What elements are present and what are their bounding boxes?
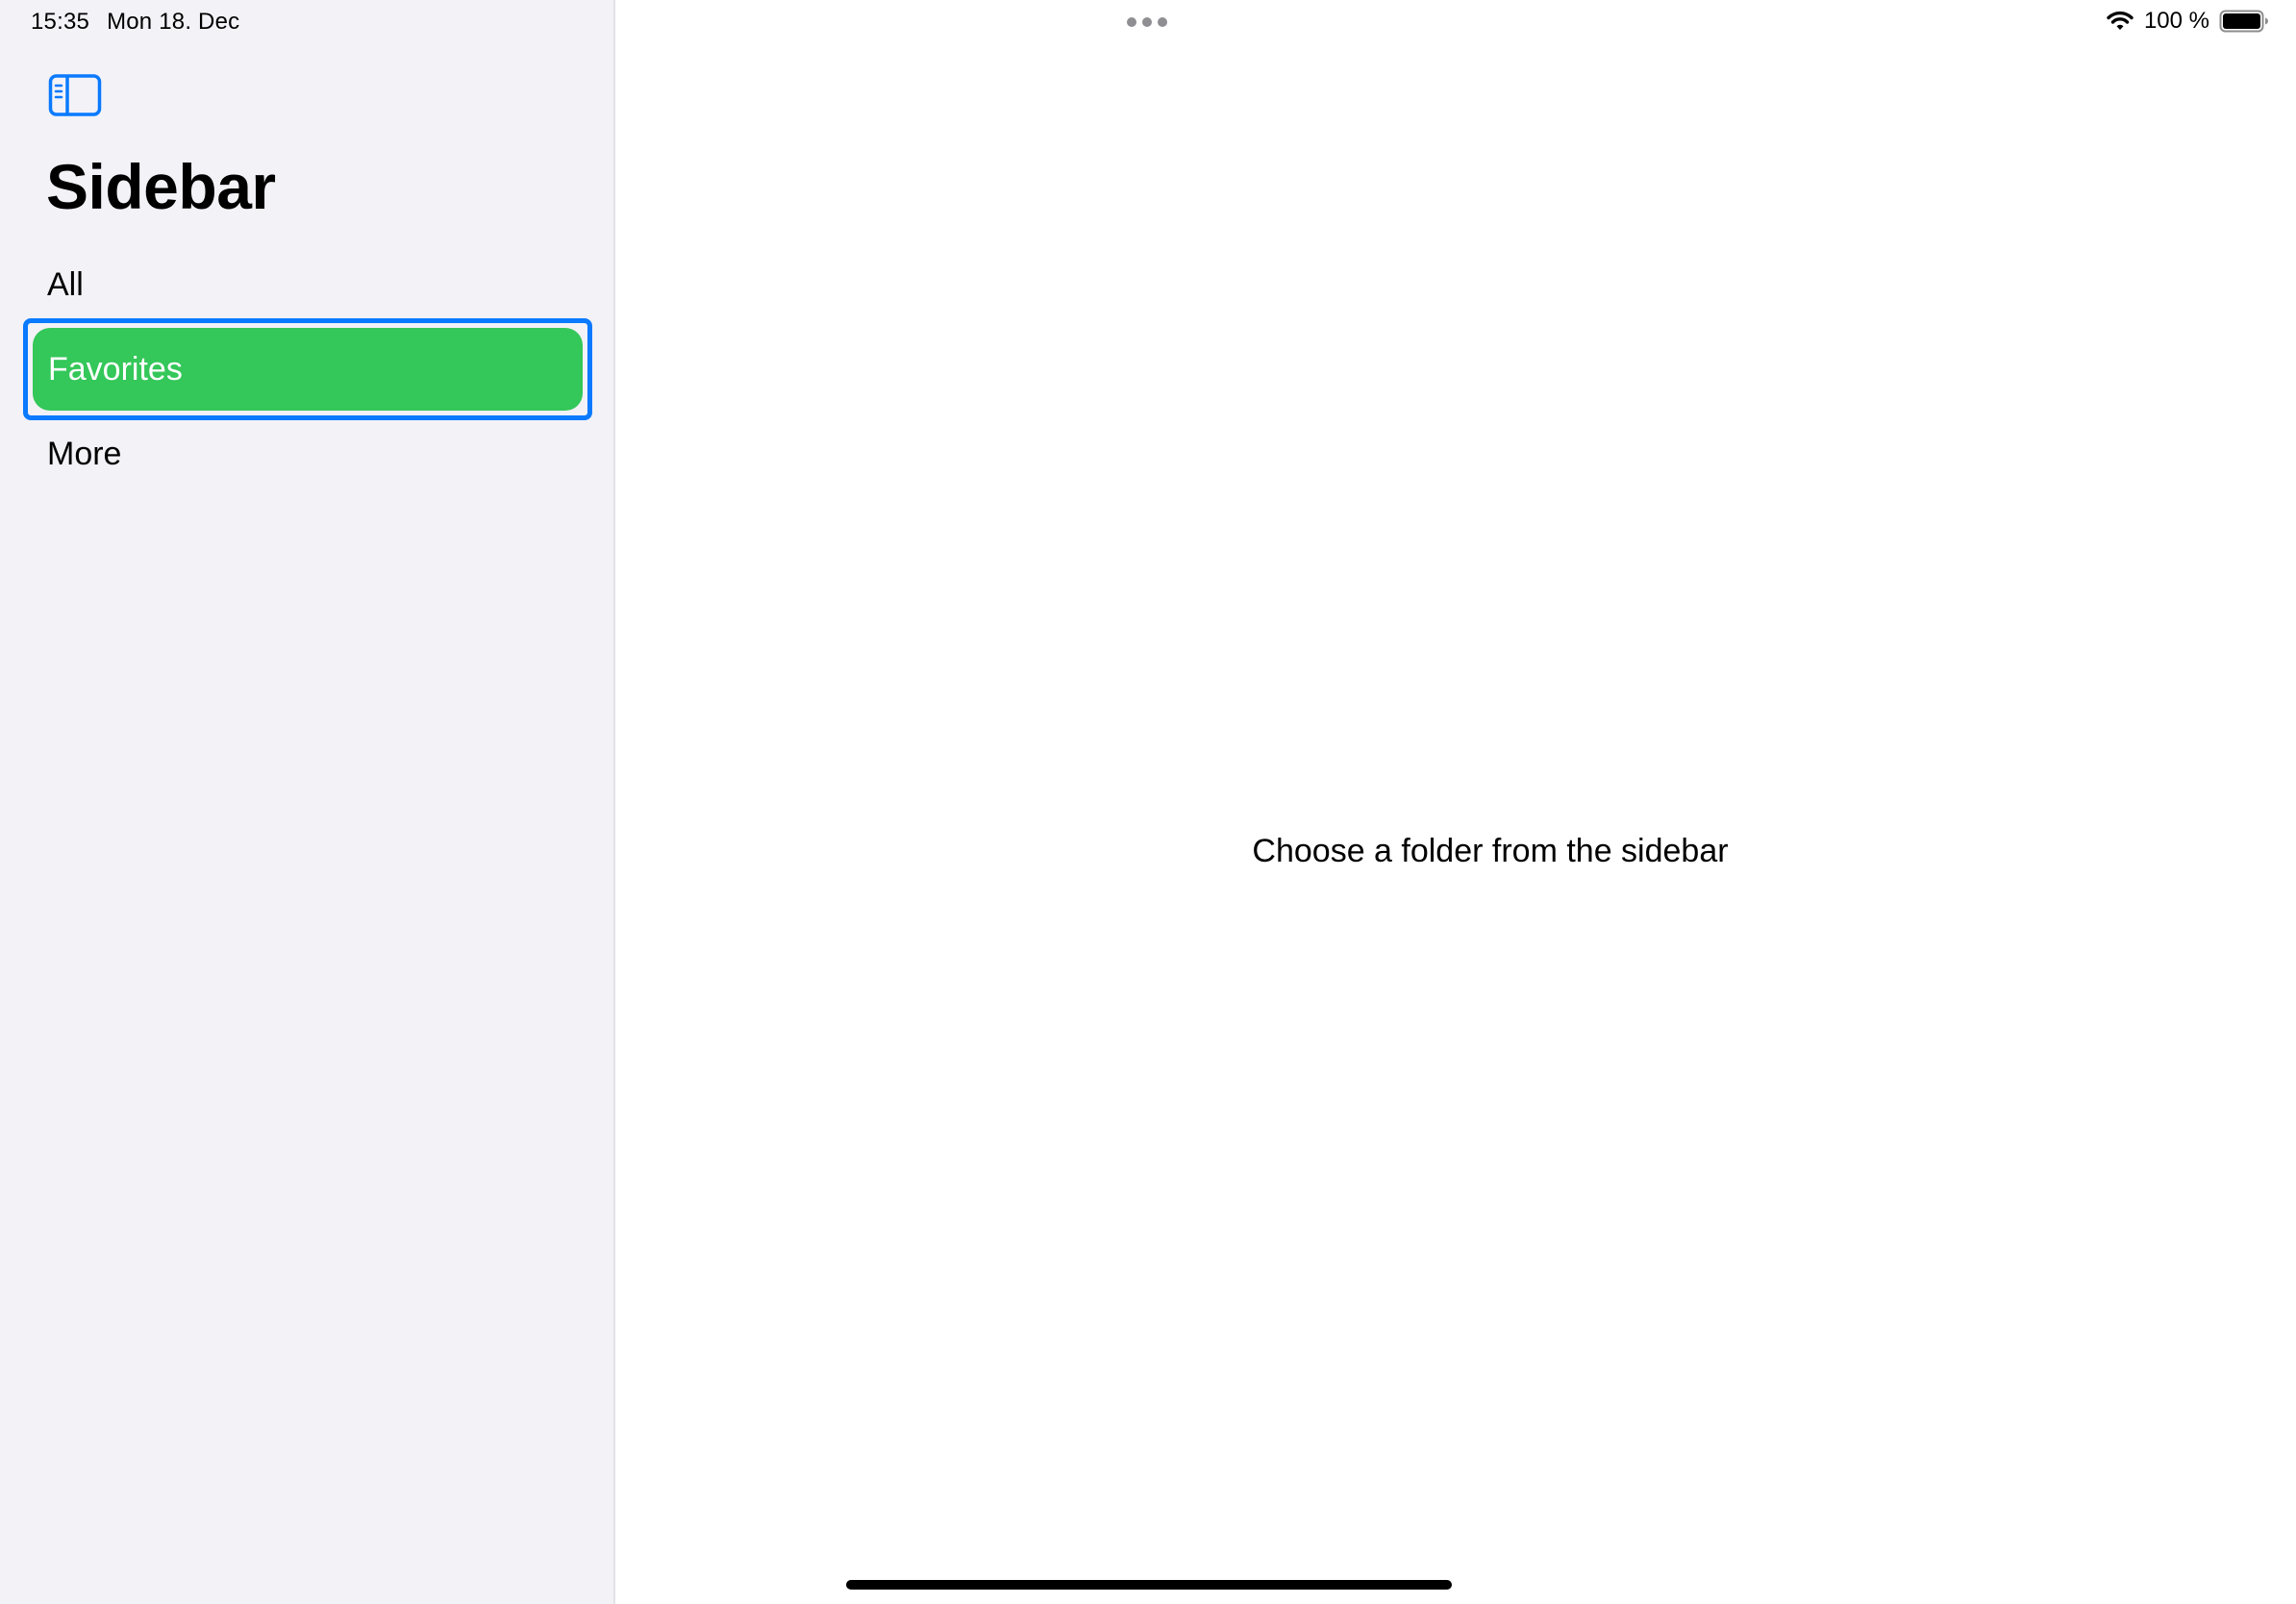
sidebar: 15:35 Mon 18. Dec Sidebar All Favorites M… [0, 0, 615, 1604]
sidebar-item-label: More [47, 435, 122, 472]
status-bar-left: 15:35 Mon 18. Dec [31, 9, 239, 36]
sidebar-toggle-icon [48, 74, 102, 116]
sidebar-toggle-button[interactable] [48, 73, 102, 117]
dot-icon [1158, 17, 1167, 27]
dot-icon [1142, 17, 1152, 27]
sidebar-item-more[interactable]: More [23, 403, 592, 505]
detail-pane: Choose a folder from the sidebar [617, 0, 2296, 1604]
sidebar-title: Sidebar [46, 151, 276, 222]
screen: 15:35 Mon 18. Dec Sidebar All Favorites M… [0, 0, 2296, 1604]
status-bar-right: 100 % [2106, 8, 2269, 35]
dot-icon [1127, 17, 1136, 27]
selection-highlight: Favorites [33, 328, 583, 411]
home-indicator[interactable] [846, 1580, 1452, 1590]
wifi-icon [2107, 11, 2134, 30]
multitasking-menu-button[interactable] [1127, 17, 1167, 27]
status-date: Mon 18. Dec [107, 9, 240, 35]
sidebar-item-label: Favorites [48, 350, 183, 388]
battery-percentage: 100 % [2143, 8, 2209, 34]
empty-state-message: Choose a folder from the sidebar [1252, 833, 1729, 869]
sidebar-item-label: All [47, 265, 84, 303]
status-time: 15:35 [31, 9, 90, 35]
battery-icon [2219, 10, 2268, 33]
